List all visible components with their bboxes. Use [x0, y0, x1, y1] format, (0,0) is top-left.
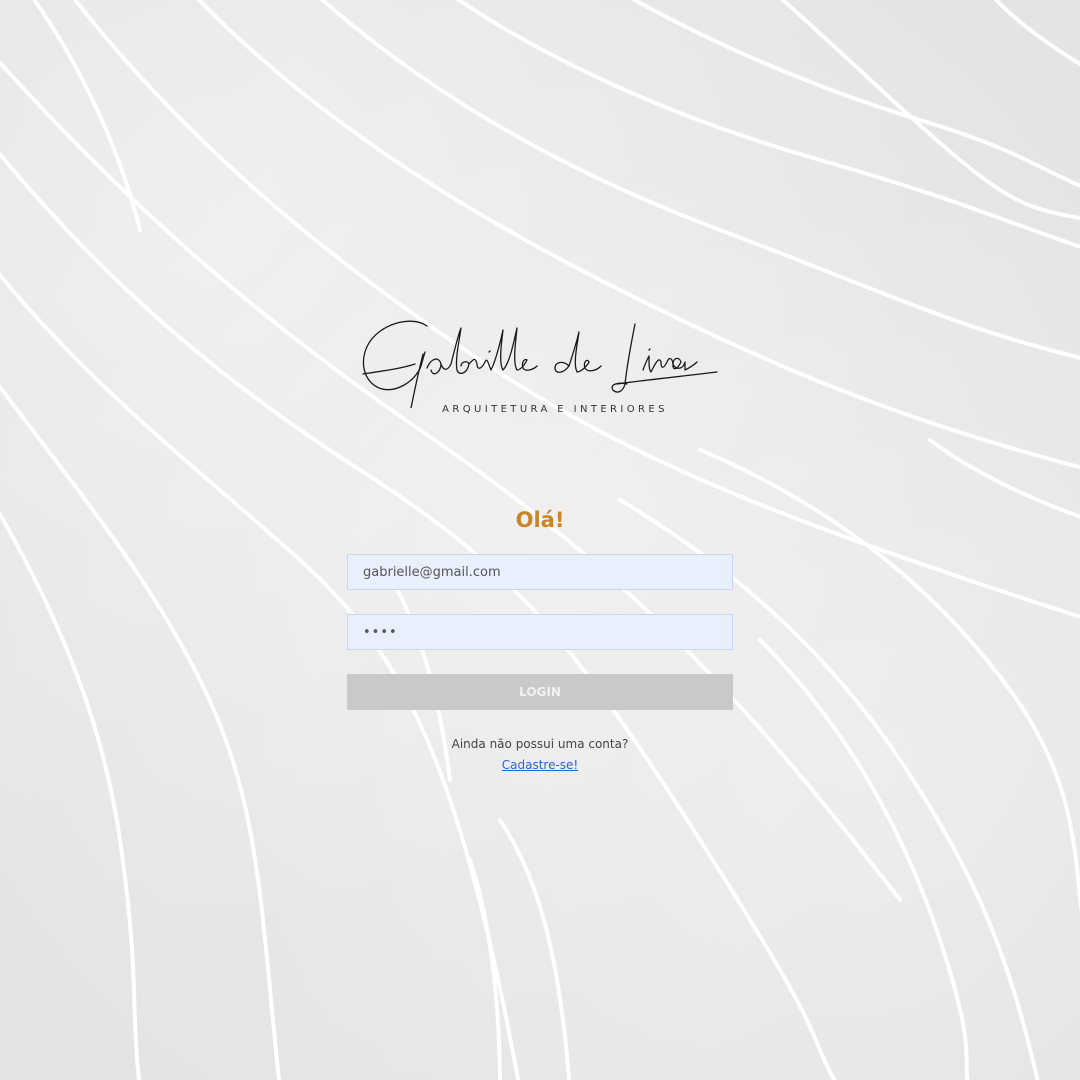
- password-field[interactable]: [347, 614, 733, 650]
- signup-prompt: Ainda não possui uma conta?: [451, 737, 629, 751]
- background-line-pattern: [0, 0, 1080, 1080]
- brand-logo: ARQUITETURA E INTERIORES: [355, 308, 725, 423]
- email-field[interactable]: [347, 554, 733, 590]
- brand-tagline: ARQUITETURA E INTERIORES: [442, 404, 668, 415]
- brand-logo-script: [362, 320, 718, 408]
- greeting-heading: Olá!: [515, 508, 565, 532]
- login-button[interactable]: LOGIN: [347, 674, 733, 710]
- signup-link-container: Cadastre-se!: [0, 758, 1080, 772]
- signup-link[interactable]: Cadastre-se!: [502, 758, 579, 772]
